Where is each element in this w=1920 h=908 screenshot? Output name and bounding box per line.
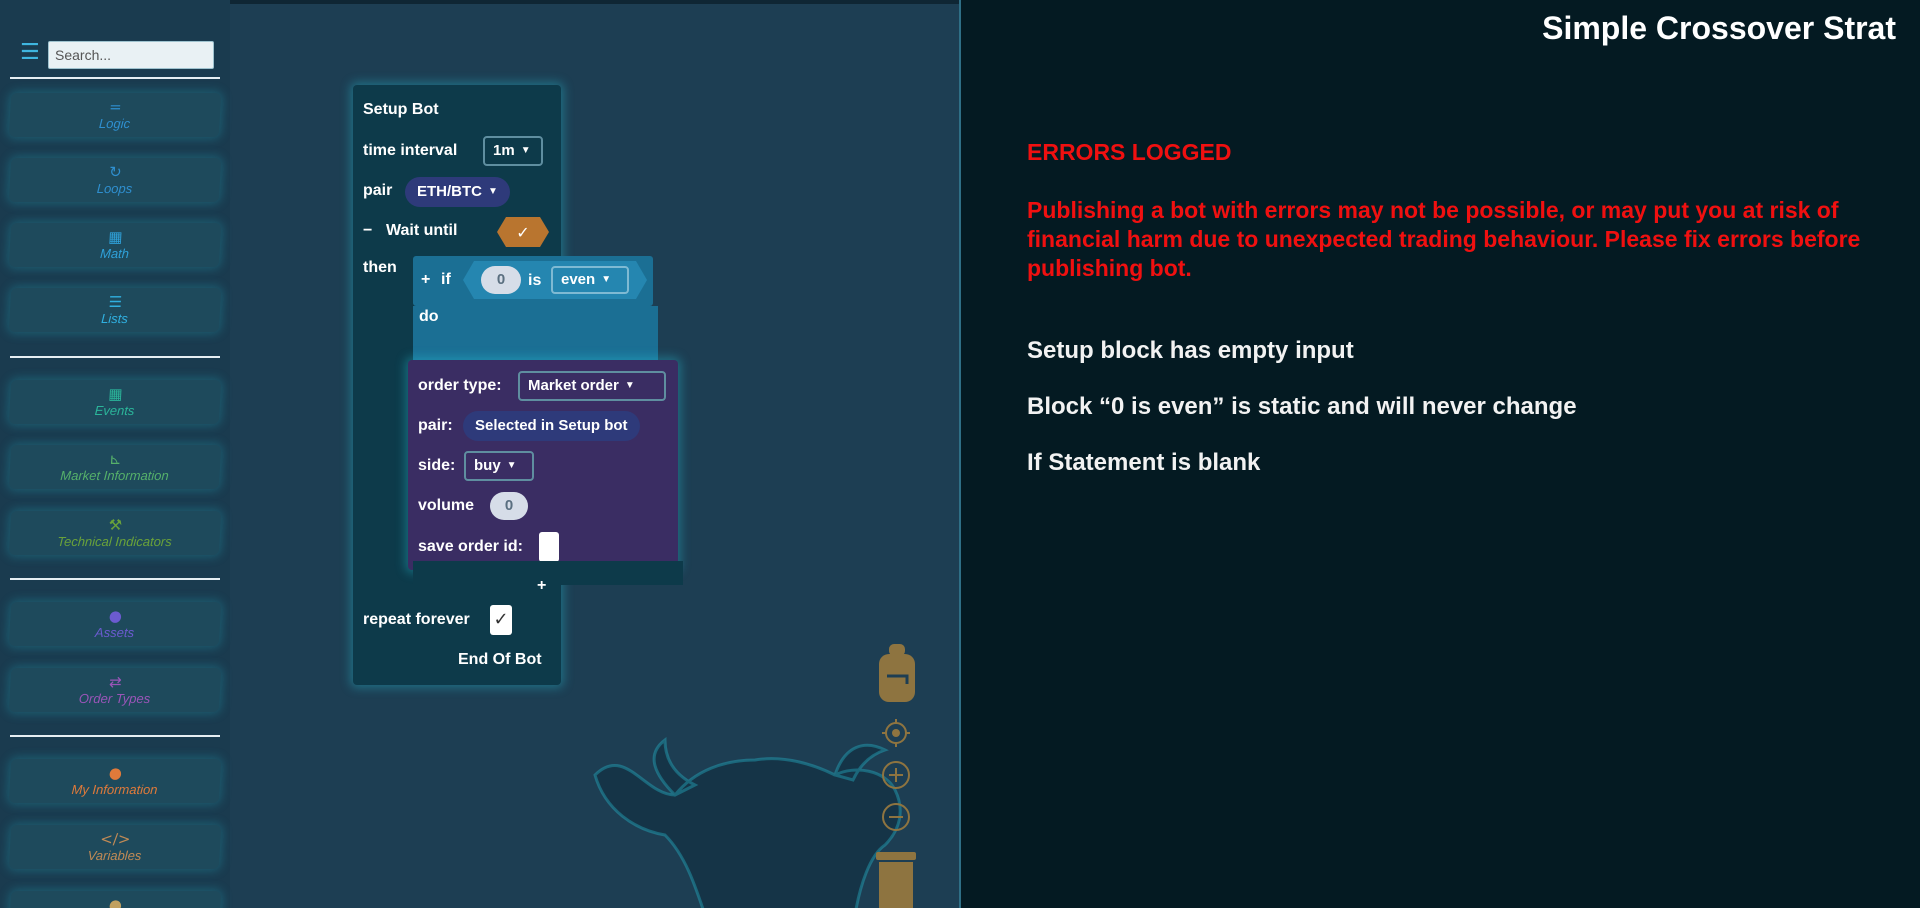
- time-interval-dropdown[interactable]: 1m ▼: [483, 136, 543, 166]
- repeat-forever-checkbox[interactable]: ✓: [490, 605, 512, 635]
- error-item: Block “0 is even” is static and will nev…: [1027, 393, 1577, 420]
- loop-icon: ↻: [108, 163, 123, 181]
- if-do-slot: [413, 306, 658, 361]
- user-icon: ●: [108, 764, 123, 782]
- app-root: ☰ = Logic ↻ Loops ▦ Math ☰ Lists ▦: [0, 0, 1920, 908]
- category-label: Lists: [100, 311, 129, 326]
- category-lists[interactable]: ☰ Lists: [8, 288, 222, 332]
- volume-label: volume: [418, 497, 475, 514]
- workspace: ☰ = Logic ↻ Loops ▦ Math ☰ Lists ▦: [0, 0, 960, 908]
- if-add-icon[interactable]: +: [421, 271, 430, 289]
- toolbox-divider: [10, 735, 220, 737]
- save-order-id-label: save order id:: [418, 538, 523, 555]
- order-type-dropdown[interactable]: Market order ▼: [518, 371, 666, 401]
- category-technical-indicators[interactable]: ⚒ Technical Indicators: [8, 511, 222, 555]
- side-label: side:: [418, 457, 456, 474]
- side-value: buy: [474, 457, 501, 474]
- is-label: is: [528, 272, 542, 289]
- code-icon: </>: [99, 830, 131, 848]
- category-events[interactable]: ▦ Events: [8, 380, 222, 424]
- time-interval-label: time interval: [363, 142, 458, 159]
- caret-down-icon: ▼: [488, 186, 498, 198]
- category-label: My Information: [71, 782, 158, 797]
- parity-dropdown[interactable]: even ▼: [551, 266, 629, 294]
- more-category-icon: ●: [108, 896, 123, 908]
- category-label: Assets: [94, 625, 135, 640]
- number-input[interactable]: 0: [481, 266, 521, 294]
- caret-down-icon: ▼: [601, 274, 612, 286]
- if-block-footer: [413, 561, 683, 585]
- zoom-out-icon[interactable]: [881, 802, 911, 832]
- errors-heading: ERRORS LOGGED: [1027, 139, 1232, 165]
- error-item: If Statement is blank: [1027, 449, 1261, 476]
- swap-icon: ⇄: [108, 673, 123, 691]
- wrench-icon: ⚒: [108, 516, 123, 534]
- category-label: Market Information: [59, 468, 170, 483]
- setup-bot-title: Setup Bot: [363, 101, 439, 118]
- caret-down-icon: ▼: [506, 460, 517, 472]
- save-order-id-input[interactable]: [539, 532, 559, 562]
- time-interval-value: 1m: [493, 142, 515, 159]
- volume-input[interactable]: 0: [490, 492, 528, 520]
- list-icon: ☰: [108, 293, 123, 311]
- category-label: Loops: [96, 181, 133, 196]
- category-variables[interactable]: </> Variables: [8, 825, 222, 869]
- wait-collapse-icon[interactable]: −: [363, 222, 372, 240]
- zoom-in-icon[interactable]: [881, 760, 911, 790]
- order-type-value: Market order: [528, 377, 619, 394]
- caret-down-icon: ▼: [624, 380, 635, 392]
- toolbox-divider: [10, 356, 220, 358]
- caret-down-icon: ▼: [520, 145, 531, 157]
- category-label: Order Types: [78, 691, 151, 706]
- category-label: Events: [94, 403, 135, 418]
- pair-label: pair: [363, 182, 393, 199]
- category-more[interactable]: ●: [8, 891, 222, 908]
- category-label: Math: [99, 246, 130, 261]
- do-label: do: [419, 308, 439, 325]
- trash-icon[interactable]: [874, 850, 918, 908]
- calculator-icon: ▦: [107, 228, 123, 246]
- pair-value: ETH/BTC: [417, 183, 482, 200]
- error-item: Setup block has empty input: [1027, 337, 1354, 364]
- category-label: Logic: [98, 116, 131, 131]
- category-market-information[interactable]: ⊾ Market Information: [8, 445, 222, 489]
- errors-panel: Simple Crossover Strat ERRORS LOGGED Pub…: [961, 0, 1920, 908]
- category-order-types[interactable]: ⇄ Order Types: [8, 668, 222, 712]
- order-pair-field[interactable]: Selected in Setup bot: [463, 411, 640, 441]
- order-type-label: order type:: [418, 377, 502, 394]
- order-pair-label: pair:: [418, 417, 453, 434]
- repeat-forever-label: repeat forever: [363, 611, 470, 628]
- check-icon: ✓: [516, 223, 529, 242]
- toolbox: ☰ = Logic ↻ Loops ▦ Math ☰ Lists ▦: [0, 0, 230, 908]
- category-loops[interactable]: ↻ Loops: [8, 158, 222, 202]
- category-label: Variables: [87, 848, 142, 863]
- wait-condition-hex[interactable]: ✓: [496, 216, 550, 248]
- backpack-icon[interactable]: [875, 642, 919, 704]
- add-statement-icon[interactable]: +: [537, 577, 546, 595]
- category-my-information[interactable]: ● My Information: [8, 759, 222, 803]
- end-of-bot-label: End Of Bot: [458, 651, 542, 668]
- category-logic[interactable]: = Logic: [8, 93, 222, 137]
- category-label: Technical Indicators: [56, 534, 173, 549]
- then-label: then: [363, 259, 397, 276]
- menu-icon[interactable]: ☰: [20, 42, 40, 64]
- errors-warning-text: Publishing a bot with errors may not be …: [1027, 197, 1861, 281]
- coin-icon: ●: [108, 607, 123, 625]
- if-label: if: [441, 271, 451, 288]
- toolbox-divider: [10, 578, 220, 580]
- chart-icon: ⊾: [108, 450, 123, 468]
- strategy-title: Simple Crossover Strat: [1542, 10, 1896, 46]
- logic-icon: =: [108, 98, 123, 116]
- toolbox-divider: [10, 77, 220, 79]
- wait-until-label: Wait until: [386, 222, 458, 239]
- parity-value: even: [561, 271, 596, 288]
- search-input[interactable]: [48, 41, 214, 69]
- recenter-icon[interactable]: [881, 718, 911, 748]
- calendar-icon: ▦: [107, 385, 123, 403]
- category-math[interactable]: ▦ Math: [8, 223, 222, 267]
- category-assets[interactable]: ● Assets: [8, 602, 222, 646]
- pair-dropdown[interactable]: ETH/BTC ▼: [405, 177, 510, 207]
- side-dropdown[interactable]: buy ▼: [464, 451, 534, 481]
